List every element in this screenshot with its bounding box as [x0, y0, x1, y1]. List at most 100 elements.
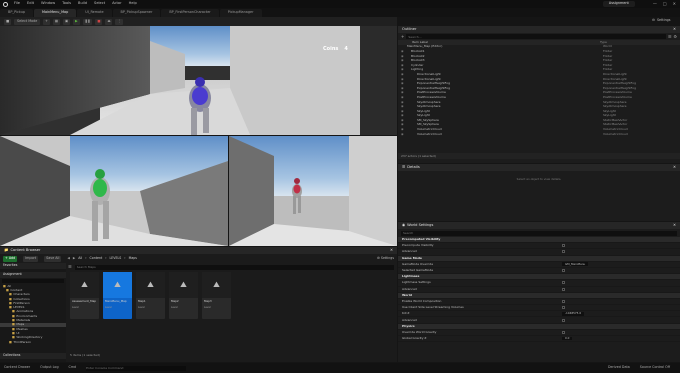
visibility-icon[interactable]: ◉ [401, 59, 411, 62]
save-icon[interactable]: ■ [4, 18, 12, 25]
visibility-icon[interactable]: ◉ [401, 68, 411, 71]
visibility-icon[interactable]: ◉ [401, 109, 417, 113]
settings-value[interactable]: GM_MainMenu [562, 262, 589, 267]
menu-item-help[interactable]: Help [129, 2, 137, 6]
tree-search-input[interactable] [2, 279, 64, 283]
settings-checkbox[interactable] [562, 269, 565, 273]
play-icon[interactable]: ▶ [73, 18, 80, 25]
console-command-input[interactable] [86, 365, 187, 371]
document-tab[interactable]: BP_Pickup [0, 9, 34, 17]
mode-select[interactable]: Select Mode [14, 18, 41, 25]
menu-item-edit[interactable]: Edit [27, 2, 34, 6]
settings-checkbox[interactable] [562, 318, 565, 322]
pause-icon[interactable]: ❚❚ [82, 18, 93, 25]
visibility-icon[interactable]: ◉ [401, 95, 417, 99]
outliner-search-input[interactable] [406, 34, 666, 39]
collections-section[interactable]: Collections [0, 353, 66, 359]
nav-forward-icon[interactable]: ▶ [73, 256, 75, 260]
settings-value[interactable]: 0.0 [562, 336, 573, 341]
settings-checkbox[interactable] [562, 306, 565, 310]
menu-item-window[interactable]: Window [41, 2, 55, 6]
import-button[interactable]: Import [23, 255, 39, 262]
close-icon[interactable]: ✕ [673, 165, 676, 170]
eject-icon[interactable]: ⏏ [105, 18, 113, 25]
player-two-viewport[interactable] [0, 136, 228, 246]
filter-icon[interactable]: ☰ [68, 265, 72, 269]
column-type[interactable]: Type [600, 40, 607, 44]
nav-back-icon[interactable]: ◀ [67, 256, 69, 260]
player-three-viewport[interactable] [229, 136, 397, 246]
visibility-icon[interactable]: ◉ [401, 100, 417, 104]
document-tab[interactable]: MainMenu_Map [34, 9, 77, 17]
menu-item-file[interactable]: File [14, 2, 20, 6]
asset-tile[interactable]: ⛰ MainMenu_Map Level [103, 272, 132, 319]
menu-item-select[interactable]: Select [94, 2, 105, 6]
close-icon[interactable]: ✕ [390, 248, 393, 253]
gear-icon[interactable]: ⚙ [673, 34, 677, 39]
visibility-icon[interactable]: ◉ [401, 132, 417, 136]
close-icon[interactable]: ✕ [673, 27, 676, 32]
settings-value[interactable]: -1048575.0 [562, 311, 585, 316]
settings-button[interactable]: ⚙ Settings [377, 256, 394, 260]
visibility-icon[interactable]: ◉ [401, 86, 417, 90]
blueprint-icon[interactable]: ▦ [52, 18, 61, 25]
settings-checkbox[interactable] [562, 281, 565, 285]
visibility-icon[interactable]: ◉ [401, 91, 417, 94]
document-tab[interactable]: PickupManager [219, 9, 262, 17]
breadcrumb-item[interactable]: Maps [129, 256, 137, 260]
world-settings-search-input[interactable] [401, 230, 677, 236]
asset-search-input[interactable] [74, 264, 394, 270]
settings-checkbox[interactable] [562, 299, 565, 303]
add-actor-icon[interactable]: + [43, 18, 50, 25]
breadcrumb-item[interactable]: All [78, 256, 82, 260]
asset-tile[interactable]: ⛰ Map1 Level [136, 272, 165, 319]
breadcrumb-item[interactable]: LEVELS [110, 256, 122, 260]
asset-tile[interactable]: ⛰ Map2 Level [169, 272, 198, 319]
save-all-button[interactable]: Save All [44, 255, 62, 262]
document-tab[interactable]: BP_PickupSpawner [112, 9, 161, 17]
document-tab[interactable]: BP_FirstPersonCharacter [161, 9, 219, 17]
add-button[interactable]: + Add [3, 255, 18, 262]
add-icon[interactable]: + [401, 34, 404, 39]
cinematics-icon[interactable]: ▣ [63, 18, 71, 25]
source-control-button[interactable]: Source Control Off [640, 366, 670, 370]
menu-item-actor[interactable]: Actor [112, 2, 121, 6]
document-tab[interactable]: UI_Remote [77, 9, 112, 17]
cmd-button[interactable]: Cmd [69, 366, 77, 370]
settings-checkbox[interactable] [562, 330, 565, 334]
asset-tile[interactable]: ⛰ Map3 Level [202, 272, 231, 319]
visibility-icon[interactable]: ◉ [401, 63, 411, 67]
settings-button-top[interactable]: ⚙ Settings [652, 17, 671, 25]
visibility-icon[interactable]: ◉ [401, 49, 411, 53]
outliner-row[interactable]: ◉ VolumetricCloud VolumetricCloud [398, 132, 680, 137]
visibility-icon[interactable]: ◉ [401, 72, 417, 76]
visibility-icon[interactable]: ◉ [401, 123, 417, 126]
menu-item-tools[interactable]: Tools [62, 2, 71, 6]
settings-checkbox[interactable] [562, 287, 565, 291]
tree-item[interactable]: ■ ThirdPerson [0, 340, 66, 344]
derived-data-button[interactable]: Derived Data [608, 366, 630, 370]
menu-item-build[interactable]: Build [78, 2, 87, 6]
breadcrumb-item[interactable]: Content [90, 256, 103, 260]
visibility-icon[interactable]: ◉ [401, 118, 417, 122]
output-log-button[interactable]: Output Log [40, 366, 58, 370]
visibility-icon[interactable]: ◉ [401, 77, 417, 81]
asset-tile[interactable]: ⛰ Assessment_Map Level [70, 272, 99, 319]
stop-icon[interactable]: ■ [95, 18, 103, 25]
close-icon[interactable]: ✕ [673, 223, 676, 228]
visibility-icon[interactable]: ◉ [401, 82, 417, 85]
maximize-icon[interactable]: □ [663, 2, 667, 6]
visibility-icon[interactable]: ◉ [401, 54, 411, 58]
visibility-icon[interactable]: ◉ [401, 105, 417, 108]
visibility-icon[interactable]: ◉ [401, 128, 417, 131]
content-drawer-button[interactable]: Content Drawer [4, 366, 30, 370]
column-item-label[interactable]: Item Label [412, 41, 600, 44]
settings-checkbox[interactable] [562, 244, 565, 248]
favorites-section[interactable]: Favorites [0, 263, 66, 269]
filter-icon[interactable]: ☰ [668, 34, 672, 39]
minimize-icon[interactable]: — [653, 2, 657, 6]
settings-checkbox[interactable] [562, 250, 565, 254]
main-viewport[interactable]: Coins 4 [0, 26, 397, 135]
close-icon[interactable]: ✕ [673, 2, 676, 6]
settings-row[interactable]: Global Gravity Z 0.0 [398, 336, 680, 343]
